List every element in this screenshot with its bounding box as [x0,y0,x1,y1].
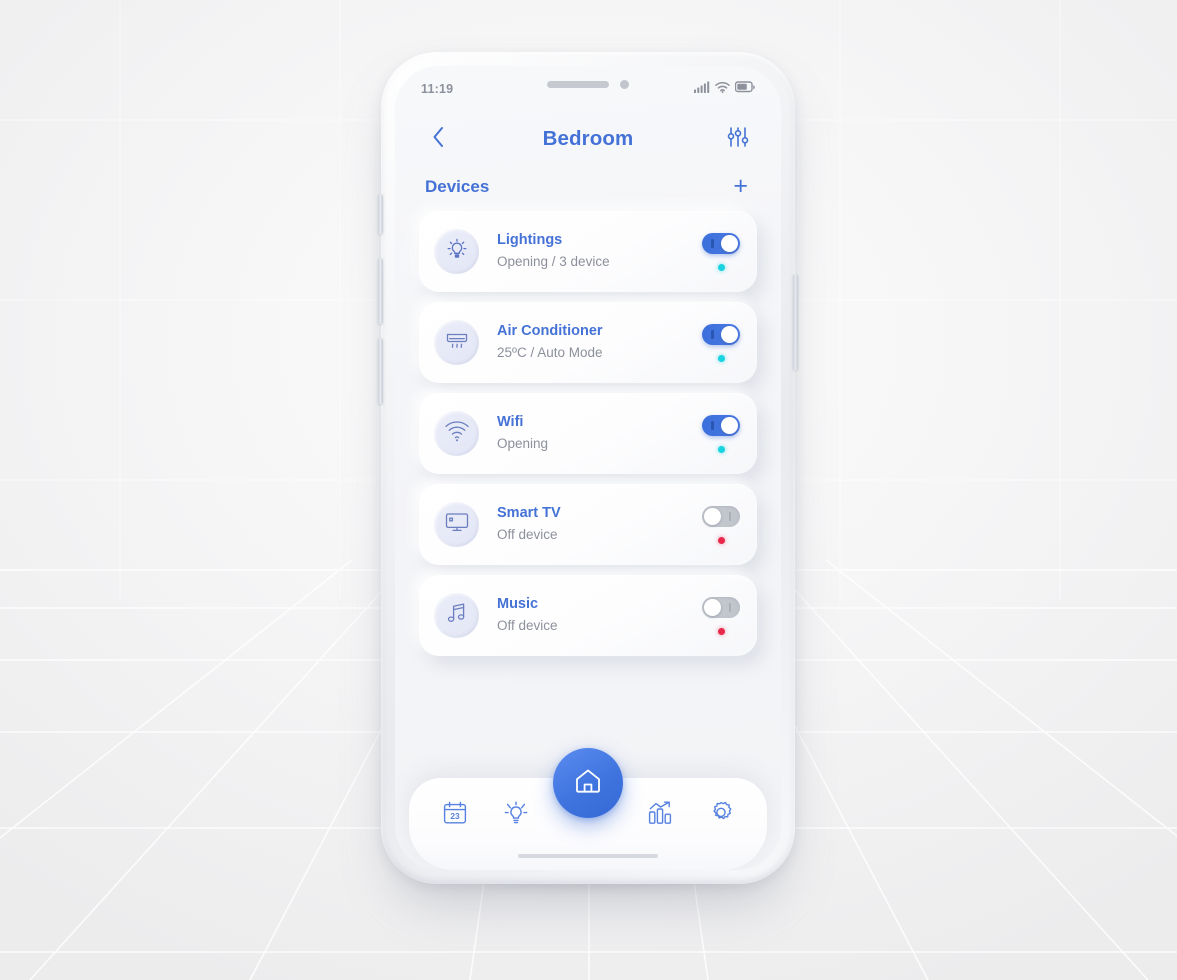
toggle-indicator-bar [711,420,714,430]
device-name: Smart TV [497,505,561,522]
device-status: 25ºC / Auto Mode [497,345,603,361]
settings-button[interactable] [721,122,755,156]
device-name: Lightings [497,232,563,249]
status-icons [694,80,755,98]
device-controls [702,414,740,453]
notch-group [547,80,629,89]
status-badge [717,354,725,362]
television-icon [444,511,470,538]
device-icon-wrapper [434,411,479,456]
phone-volume-up-button[interactable] [378,258,383,324]
air-conditioner-icon [444,328,470,357]
bottom-navigation: 23 [395,748,781,870]
device-controls [702,596,740,635]
status-badge [717,263,725,271]
gear-icon [708,800,734,831]
wifi-device-icon [444,420,470,447]
device-toggle[interactable] [702,323,740,345]
home-fab-button[interactable] [553,748,623,818]
nav-item-settings[interactable] [698,792,744,838]
sliders-icon [727,126,749,153]
device-name: Wifi [497,414,524,431]
device-list: Lightings Opening / 3 device Air Conditi… [395,203,781,656]
device-card-music[interactable]: Music Off device [419,575,757,656]
toggle-knob [721,325,738,343]
app-header: Bedroom [395,112,781,162]
device-text: Air Conditioner 25ºC / Auto Mode [497,321,702,363]
device-card-lightings[interactable]: Lightings Opening / 3 device [419,211,757,292]
earpiece-speaker [547,81,609,88]
back-button[interactable] [421,122,455,156]
device-text: Smart TV Off device [497,503,702,545]
device-card-air-conditioner[interactable]: Air Conditioner 25ºC / Auto Mode [419,302,757,383]
section-header: Devices + [395,162,781,203]
toggle-knob [721,234,738,252]
battery-icon [734,80,755,98]
home-icon [573,766,603,801]
phone-screen: 11:19 Bedroom Devices + Lightings Openin… [395,66,781,870]
status-badge [717,627,725,635]
device-icon-wrapper [434,502,479,547]
device-text: Wifi Opening [497,412,702,454]
device-toggle[interactable] [702,232,740,254]
toggle-indicator-bar [728,602,731,612]
device-icon-wrapper [434,320,479,365]
toggle-knob [704,598,721,616]
status-time: 11:19 [421,82,454,96]
toggle-knob [721,416,738,434]
music-note-icon [446,601,468,630]
lightbulb-icon [503,800,529,831]
lightbulb-icon [445,237,469,266]
device-name: Music [497,596,539,613]
device-status: Off device [497,527,558,543]
device-toggle[interactable] [702,596,740,618]
phone-mockup: 11:19 Bedroom Devices + Lightings Openin… [378,52,798,892]
device-status: Opening / 3 device [497,254,610,270]
device-icon-wrapper [434,593,479,638]
status-bar: 11:19 [395,66,781,112]
phone-volume-down-button[interactable] [378,338,383,404]
nav-item-lighting[interactable] [493,792,539,838]
toggle-indicator-bar [711,329,714,339]
device-status: Off device [497,618,558,634]
home-indicator [518,854,658,858]
toggle-indicator-bar [711,238,714,248]
device-name: Air Conditioner [497,323,603,340]
phone-power-button[interactable] [793,274,798,370]
front-camera-icon [620,80,629,89]
scene: 11:19 Bedroom Devices + Lightings Openin… [0,0,1177,980]
signal-icon [694,80,710,98]
device-toggle[interactable] [702,505,740,527]
phone-mute-button[interactable] [378,194,383,234]
device-controls [702,232,740,271]
device-toggle[interactable] [702,414,740,436]
calendar-badge-text: 23 [451,811,461,821]
device-text: Lightings Opening / 3 device [497,230,702,272]
section-title: Devices [425,176,490,196]
page-title: Bedroom [542,127,634,150]
chart-icon [647,800,673,831]
device-card-wifi[interactable]: Wifi Opening [419,393,757,474]
add-device-button[interactable]: + [730,174,751,199]
device-text: Music Off device [497,594,702,636]
device-controls [702,505,740,544]
chevron-left-icon [431,125,446,154]
toggle-indicator-bar [728,511,731,521]
nav-item-calendar[interactable]: 23 [432,792,478,838]
nav-item-statistics[interactable] [637,792,683,838]
calendar-icon: 23 [442,800,468,831]
status-badge [717,445,725,453]
device-status: Opening [497,436,549,452]
wifi-icon [715,80,730,98]
device-controls [702,323,740,362]
device-icon-wrapper [434,229,479,274]
status-badge [717,536,725,544]
device-card-smart-tv[interactable]: Smart TV Off device [419,484,757,565]
toggle-knob [704,507,721,525]
